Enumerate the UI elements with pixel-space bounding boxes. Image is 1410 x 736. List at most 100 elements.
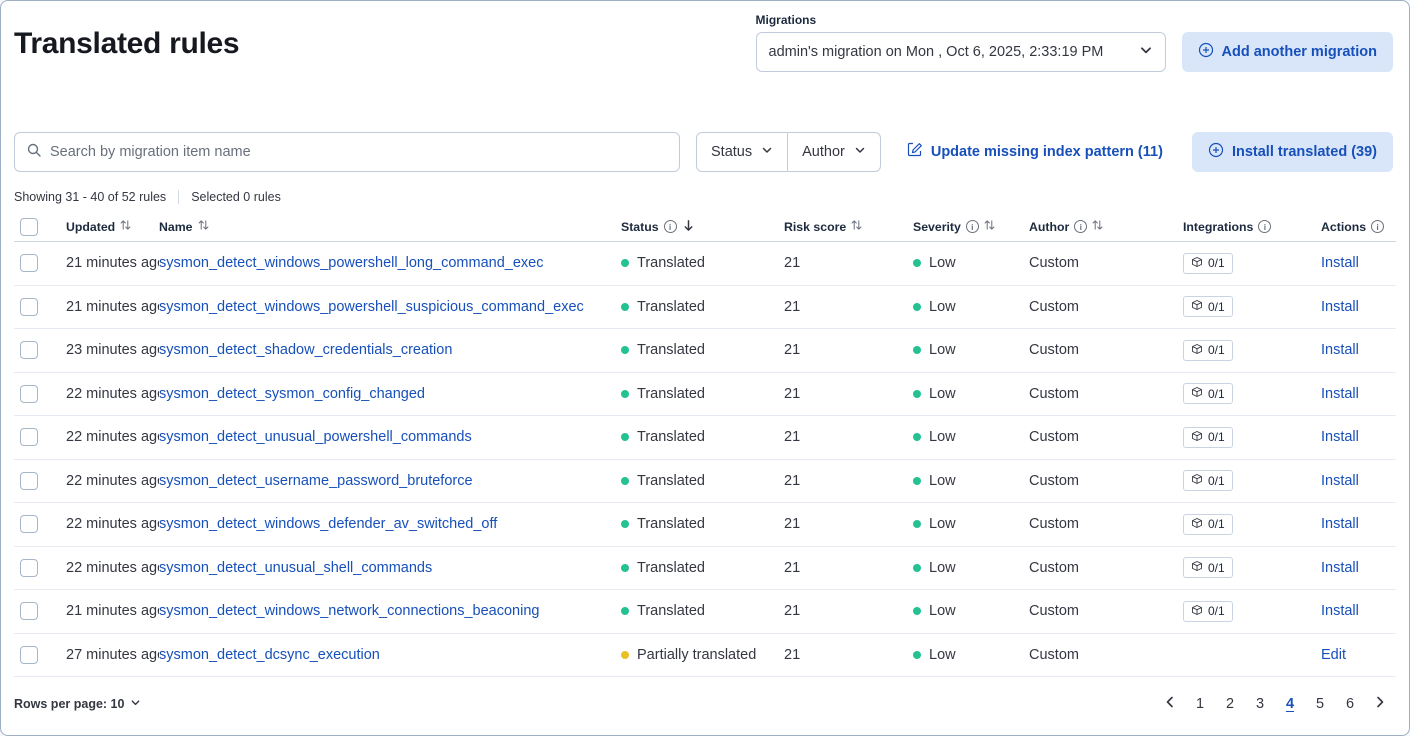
chevron-down-icon — [854, 144, 866, 160]
row-checkbox[interactable] — [20, 646, 38, 664]
rules-table: Updated Name Status i Risk score Severit… — [14, 212, 1396, 677]
summary-divider — [178, 190, 179, 204]
row-action-link[interactable]: Install — [1321, 255, 1359, 271]
sort-icon — [1092, 219, 1103, 234]
sort-icon — [120, 219, 131, 234]
status-dot — [621, 259, 629, 267]
plus-circle-icon — [1208, 142, 1224, 162]
rule-name-link[interactable]: sysmon_detect_username_password_brutefor… — [159, 473, 473, 489]
row-action-link[interactable]: Install — [1321, 560, 1359, 576]
column-header-updated[interactable]: Updated — [58, 219, 159, 234]
severity-cell: Low — [913, 603, 1029, 619]
row-action-link[interactable]: Install — [1321, 603, 1359, 619]
integrations-badge[interactable]: 0/1 — [1183, 340, 1233, 361]
update-missing-index-pattern-link[interactable]: Update missing index pattern (11) — [907, 142, 1163, 162]
status-dot — [621, 303, 629, 311]
add-migration-button[interactable]: Add another migration — [1182, 32, 1393, 72]
row-action-link[interactable]: Install — [1321, 342, 1359, 358]
integrations-badge[interactable]: 0/1 — [1183, 296, 1233, 317]
column-header-author[interactable]: Author i — [1029, 219, 1169, 234]
sort-icon — [851, 219, 862, 234]
select-all-checkbox[interactable] — [20, 218, 38, 236]
risk-score-cell: 21 — [784, 516, 913, 532]
column-header-risk-score[interactable]: Risk score — [784, 219, 913, 234]
row-action-link[interactable]: Install — [1321, 516, 1359, 532]
toolbar: Status Author Update missing index patte… — [14, 132, 1393, 172]
rule-name-link[interactable]: sysmon_detect_shadow_credentials_creatio… — [159, 342, 452, 358]
integrations-badge[interactable]: 0/1 — [1183, 470, 1233, 491]
column-header-severity[interactable]: Severity i — [913, 219, 1029, 234]
integrations-cell: 0/1 — [1169, 296, 1299, 317]
previous-page-button[interactable] — [1157, 691, 1183, 717]
next-page-button[interactable] — [1367, 691, 1393, 717]
status-filter-button[interactable]: Status — [696, 132, 788, 172]
migrations-label: Migrations — [756, 13, 1393, 27]
row-action-link[interactable]: Install — [1321, 429, 1359, 445]
row-checkbox[interactable] — [20, 341, 38, 359]
risk-score-cell: 21 — [784, 255, 913, 271]
row-checkbox[interactable] — [20, 385, 38, 403]
integrations-badge[interactable]: 0/1 — [1183, 253, 1233, 274]
updated-cell: 23 minutes ago — [58, 342, 159, 358]
row-action-link[interactable]: Edit — [1321, 647, 1346, 663]
row-checkbox[interactable] — [20, 602, 38, 620]
rows-per-page-button[interactable]: Rows per page: 10 — [14, 697, 141, 711]
filter-group: Status Author — [696, 132, 881, 172]
page-button-3[interactable]: 3 — [1247, 691, 1273, 717]
rule-name-link[interactable]: sysmon_detect_sysmon_config_changed — [159, 386, 425, 402]
page-button-1[interactable]: 1 — [1187, 691, 1213, 717]
row-action-link[interactable]: Install — [1321, 473, 1359, 489]
row-checkbox[interactable] — [20, 515, 38, 533]
severity-cell: Low — [913, 299, 1029, 315]
search-icon — [26, 142, 42, 163]
rule-name-link[interactable]: sysmon_detect_windows_powershell_suspici… — [159, 299, 584, 315]
table-row: 22 minutes ago sysmon_detect_username_pa… — [14, 460, 1396, 504]
rule-name-link[interactable]: sysmon_detect_unusual_powershell_command… — [159, 429, 472, 445]
column-header-status[interactable]: Status i — [621, 219, 784, 235]
migration-select-value: admin's migration on Mon , Oct 6, 2025, … — [769, 44, 1104, 60]
package-icon — [1191, 299, 1203, 314]
row-checkbox[interactable] — [20, 298, 38, 316]
integrations-badge[interactable]: 0/1 — [1183, 383, 1233, 404]
install-translated-button[interactable]: Install translated (39) — [1192, 132, 1393, 172]
page-button-5[interactable]: 5 — [1307, 691, 1333, 717]
migration-select[interactable]: admin's migration on Mon , Oct 6, 2025, … — [756, 32, 1166, 72]
row-checkbox[interactable] — [20, 254, 38, 272]
status-cell: Translated — [621, 299, 784, 315]
author-filter-button[interactable]: Author — [787, 132, 881, 172]
rule-name-link[interactable]: sysmon_detect_windows_network_connection… — [159, 603, 539, 619]
integrations-badge[interactable]: 0/1 — [1183, 514, 1233, 535]
rule-name-link[interactable]: sysmon_detect_dcsync_execution — [159, 647, 380, 663]
integrations-badge[interactable]: 0/1 — [1183, 557, 1233, 578]
updated-cell: 22 minutes ago — [58, 560, 159, 576]
integrations-badge[interactable]: 0/1 — [1183, 601, 1233, 622]
sort-icon — [984, 219, 995, 234]
table-row: 21 minutes ago sysmon_detect_windows_net… — [14, 590, 1396, 634]
page-title: Translated rules — [14, 27, 239, 61]
rule-name-link[interactable]: sysmon_detect_windows_defender_av_switch… — [159, 516, 497, 532]
column-header-name[interactable]: Name — [159, 219, 621, 234]
integrations-badge[interactable]: 0/1 — [1183, 427, 1233, 448]
status-cell: Translated — [621, 255, 784, 271]
updated-cell: 27 minutes ago — [58, 647, 159, 663]
updated-cell: 22 minutes ago — [58, 516, 159, 532]
status-dot — [621, 651, 629, 659]
info-icon: i — [1371, 220, 1384, 233]
table-body: 21 minutes ago sysmon_detect_windows_pow… — [14, 242, 1396, 677]
row-checkbox[interactable] — [20, 472, 38, 490]
plus-circle-icon — [1198, 42, 1214, 62]
page-button-4[interactable]: 4 — [1277, 691, 1303, 717]
page-button-2[interactable]: 2 — [1217, 691, 1243, 717]
rule-name-link[interactable]: sysmon_detect_unusual_shell_commands — [159, 560, 432, 576]
rule-name-link[interactable]: sysmon_detect_windows_powershell_long_co… — [159, 255, 543, 271]
page-button-6[interactable]: 6 — [1337, 691, 1363, 717]
row-action-link[interactable]: Install — [1321, 386, 1359, 402]
package-icon — [1191, 430, 1203, 445]
search-input[interactable] — [50, 144, 668, 160]
table-row: 22 minutes ago sysmon_detect_windows_def… — [14, 503, 1396, 547]
severity-dot — [913, 259, 921, 267]
status-cell: Translated — [621, 386, 784, 402]
row-checkbox[interactable] — [20, 559, 38, 577]
row-action-link[interactable]: Install — [1321, 299, 1359, 315]
row-checkbox[interactable] — [20, 428, 38, 446]
